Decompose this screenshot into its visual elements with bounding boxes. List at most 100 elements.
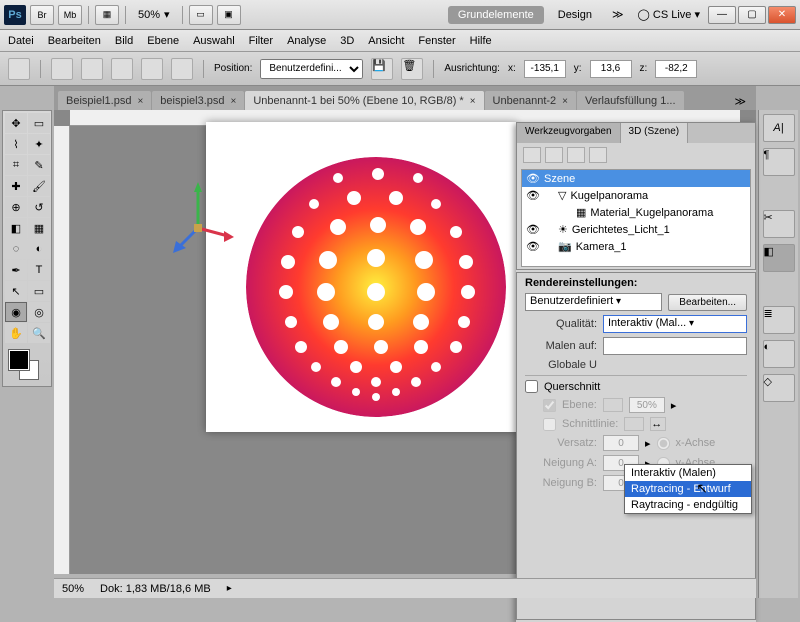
quality-dropdown[interactable]: Interaktiv (Malen) Raytracing - Entwurf …	[624, 464, 752, 514]
status-doc[interactable]: Dok: 1,83 MB/18,6 MB	[100, 583, 211, 595]
bridge-icon[interactable]: Br	[30, 5, 54, 25]
save-preset-icon[interactable]: 💾	[371, 58, 393, 80]
color-swatches[interactable]	[5, 348, 50, 384]
dock-channels-icon[interactable]: ◐	[763, 340, 795, 368]
doc-tab[interactable]: Beispiel1.psd×	[58, 91, 151, 110]
dropdown-item[interactable]: Raytracing - Entwurf	[625, 481, 751, 497]
filter-scene-icon[interactable]	[523, 147, 541, 163]
dodge-tool[interactable]: ◐	[28, 239, 50, 259]
delete-preset-icon[interactable]: 🗑	[401, 58, 423, 80]
dock-paragraph-icon[interactable]: ¶	[763, 148, 795, 176]
maximize-button[interactable]: ▢	[738, 6, 766, 24]
window-arrange-icon[interactable]: ▭	[189, 5, 213, 25]
scene-item[interactable]: ▦ Material_Kugelpanorama	[522, 204, 750, 221]
menu-3d[interactable]: 3D	[340, 35, 354, 47]
eyedropper-tool[interactable]: ✎	[28, 155, 50, 175]
filter-mesh-icon[interactable]	[545, 147, 563, 163]
scene-item[interactable]: 👁▽ Kugelpanorama	[522, 187, 750, 204]
workspace-tab-design[interactable]: Design	[548, 6, 602, 24]
scene-item[interactable]: 👁☀ Gerichtetes_Licht_1	[522, 221, 750, 238]
close-icon[interactable]: ×	[137, 96, 143, 107]
3d-mode-3-icon[interactable]	[111, 58, 133, 80]
close-button[interactable]: ✕	[768, 6, 796, 24]
filter-material-icon[interactable]	[567, 147, 585, 163]
3d-mode-4-icon[interactable]	[141, 58, 163, 80]
doc-tab[interactable]: beispiel3.psd×	[152, 91, 244, 110]
x-input[interactable]	[524, 60, 566, 78]
pen-tool[interactable]: ✒	[5, 260, 27, 280]
position-preset-select[interactable]: Benutzerdefini...	[260, 59, 363, 79]
workspace-more[interactable]: ≫	[606, 8, 630, 21]
current-tool-icon[interactable]	[8, 58, 30, 80]
scene-item[interactable]: 👁📷 Kamera_1	[522, 238, 750, 255]
tab-werkzeugvorgaben[interactable]: Werkzeugvorgaben	[517, 123, 621, 143]
menu-ebene[interactable]: Ebene	[147, 35, 179, 47]
3d-mode-1-icon[interactable]	[51, 58, 73, 80]
quality-select[interactable]: Interaktiv (Mal... ▾	[603, 315, 747, 333]
brush-tool[interactable]: 🖌	[28, 176, 50, 196]
scene-tree[interactable]: 👁Szene 👁▽ Kugelpanorama ▦ Material_Kugel…	[521, 169, 751, 267]
menu-auswahl[interactable]: Auswahl	[193, 35, 235, 47]
menu-fenster[interactable]: Fenster	[418, 35, 455, 47]
z-input[interactable]	[655, 60, 697, 78]
lasso-tool[interactable]: ⌇	[5, 134, 27, 154]
paint-select[interactable]	[603, 337, 747, 355]
grid-icon[interactable]: ▦	[95, 5, 119, 25]
menu-bearbeiten[interactable]: Bearbeiten	[48, 35, 101, 47]
minimize-button[interactable]: —	[708, 6, 736, 24]
heal-tool[interactable]: ✚	[5, 176, 27, 196]
menu-ansicht[interactable]: Ansicht	[368, 35, 404, 47]
zoom-tool[interactable]: 🔍	[28, 323, 50, 343]
menu-filter[interactable]: Filter	[249, 35, 273, 47]
cross-section-checkbox[interactable]	[525, 380, 538, 393]
close-icon[interactable]: ×	[562, 96, 568, 107]
render-preset-select[interactable]: Benutzerdefiniert ▾	[525, 293, 662, 311]
dock-3d-icon[interactable]: ◧	[763, 244, 795, 272]
close-icon[interactable]: ×	[231, 96, 237, 107]
dropdown-item[interactable]: Raytracing - endgültig	[625, 497, 751, 513]
3d-object-tool[interactable]: ◉	[5, 302, 27, 322]
wand-tool[interactable]: ✦	[28, 134, 50, 154]
tab-3d-szene[interactable]: 3D (Szene)	[621, 123, 689, 143]
menu-hilfe[interactable]: Hilfe	[470, 35, 492, 47]
ruler-vertical[interactable]	[54, 126, 70, 574]
move-tool[interactable]: ✥	[5, 113, 27, 133]
dock-tool1-icon[interactable]: ✂	[763, 210, 795, 238]
marquee-tool[interactable]: ▭	[28, 113, 50, 133]
y-input[interactable]	[590, 60, 632, 78]
close-icon[interactable]: ×	[470, 96, 476, 107]
gradient-tool[interactable]: ▦	[28, 218, 50, 238]
fg-swatch[interactable]	[9, 350, 29, 370]
crop-tool[interactable]: ⌗	[5, 155, 27, 175]
canvas[interactable]	[206, 122, 516, 432]
3d-mode-2-icon[interactable]	[81, 58, 103, 80]
menu-analyse[interactable]: Analyse	[287, 35, 326, 47]
3d-camera-tool[interactable]: ◎	[28, 302, 50, 322]
menu-datei[interactable]: Datei	[8, 35, 34, 47]
shape-tool[interactable]: ▭	[28, 281, 50, 301]
screen-mode-icon[interactable]: ▣	[217, 5, 241, 25]
doc-tab[interactable]: Unbenannt-1 bei 50% (Ebene 10, RGB/8) *×	[245, 91, 483, 110]
cs-live[interactable]: ◯ CS Live ▾	[634, 8, 704, 21]
dropdown-item[interactable]: Interaktiv (Malen)	[625, 465, 751, 481]
dock-paths-icon[interactable]: ◇	[763, 374, 795, 402]
dock-char-icon[interactable]: A|	[763, 114, 795, 142]
edit-button[interactable]: Bearbeiten...	[668, 294, 747, 311]
eraser-tool[interactable]: ◧	[5, 218, 27, 238]
scene-item[interactable]: 👁Szene	[522, 170, 750, 187]
filter-light-icon[interactable]	[589, 147, 607, 163]
text-tool[interactable]: T	[28, 260, 50, 280]
minibridge-icon[interactable]: Mb	[58, 5, 82, 25]
doc-tab[interactable]: Unbenannt-2×	[485, 91, 576, 110]
zoom-level[interactable]: 50%▾	[132, 8, 176, 21]
history-tool[interactable]: ↺	[28, 197, 50, 217]
tabs-overflow[interactable]: ≫	[728, 93, 752, 110]
menu-bild[interactable]: Bild	[115, 35, 133, 47]
stamp-tool[interactable]: ⊕	[5, 197, 27, 217]
workspace-tab-grundelemente[interactable]: Grundelemente	[448, 6, 544, 24]
hand-tool[interactable]: ✋	[5, 323, 27, 343]
blur-tool[interactable]: ◌	[5, 239, 27, 259]
doc-tab[interactable]: Verlaufsfüllung 1...	[577, 91, 684, 110]
3d-mode-5-icon[interactable]	[171, 58, 193, 80]
dock-layers-icon[interactable]: ≣	[763, 306, 795, 334]
